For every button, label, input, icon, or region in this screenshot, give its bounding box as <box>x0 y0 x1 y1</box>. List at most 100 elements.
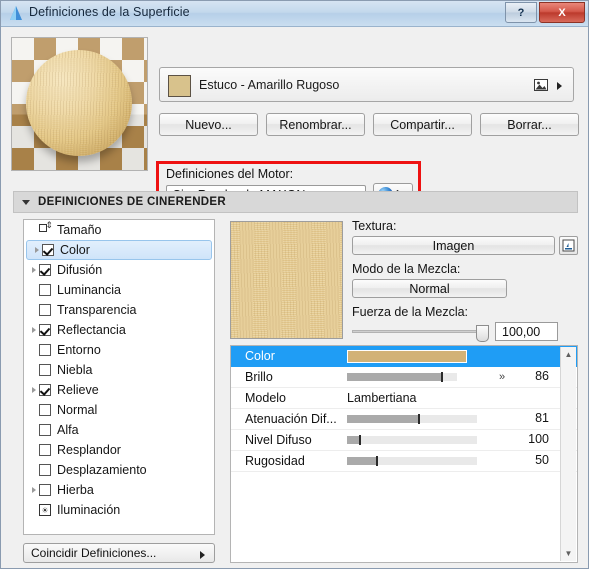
channel-checkbox[interactable] <box>39 284 51 296</box>
slider-handle[interactable] <box>417 414 420 424</box>
channel-list[interactable]: Tamaño Color Difusión Luminancia Transparenc… <box>23 219 215 535</box>
channel-item-desplazamiento[interactable]: Desplazamiento <box>24 460 214 480</box>
material-name-bar[interactable]: Estuco - Amarillo Rugoso <box>159 67 574 102</box>
table-rows: Color Brillo » 86 Modelo Lambertiana Atenuació… <box>231 346 577 472</box>
channel-checkbox[interactable] <box>39 384 51 396</box>
table-row[interactable]: Rugosidad 50 <box>231 451 577 472</box>
channel-item-alfa[interactable]: Alfa <box>24 420 214 440</box>
channel-item-color[interactable]: Color <box>26 240 212 260</box>
channel-label: Desplazamiento <box>57 463 147 477</box>
param-slider[interactable] <box>347 435 477 445</box>
surface-settings-window: Definiciones de la Superficie ? X Estuco… <box>0 0 589 569</box>
collapse-triangle-icon[interactable] <box>22 199 30 205</box>
param-slider[interactable] <box>347 372 457 382</box>
sphere-texture <box>26 50 132 156</box>
window-title: Definiciones de la Superficie <box>29 5 190 19</box>
channel-checkbox[interactable] <box>39 344 51 356</box>
param-value[interactable]: 81 <box>513 411 549 425</box>
blend-mode-button[interactable]: Normal <box>352 279 507 298</box>
table-scrollbar[interactable]: ▲ ▼ <box>560 347 576 561</box>
channel-item-iluminaci-n[interactable]: ☀ Iluminación <box>24 500 214 520</box>
channel-checkbox[interactable] <box>39 484 51 496</box>
channel-item-transparencia[interactable]: Transparencia <box>24 300 214 320</box>
match-settings-button[interactable]: Coincidir Definiciones... <box>23 543 215 563</box>
param-value[interactable]: 86 <box>513 369 549 383</box>
help-button[interactable]: ? <box>505 2 537 23</box>
channel-item-normal[interactable]: Normal <box>24 400 214 420</box>
rename-button[interactable]: Renombrar... <box>266 113 365 136</box>
channel-label: Resplandor <box>57 443 121 457</box>
title-bar: Definiciones de la Superficie ? X <box>1 1 588 27</box>
channel-item-reflectancia[interactable]: Reflectancia <box>24 320 214 340</box>
parameter-table[interactable]: Color Brillo » 86 Modelo Lambertiana Atenuació… <box>230 345 578 563</box>
texture-button[interactable]: Imagen <box>352 236 555 255</box>
channel-item-entorno[interactable]: Entorno <box>24 340 214 360</box>
channel-checkbox[interactable] <box>42 244 54 256</box>
table-row[interactable]: Atenuación Dif... 81 <box>231 409 577 430</box>
size-icon <box>39 220 53 236</box>
param-name: Nivel Difuso <box>245 433 312 447</box>
channel-label: Normal <box>57 403 98 417</box>
channel-item-hierba[interactable]: Hierba <box>24 480 214 500</box>
texture-settings-panel: Textura: Imagen Modo de la Mezcla: Norma… <box>352 219 578 342</box>
param-text-value[interactable]: Lambertiana <box>347 391 417 405</box>
picture-icon[interactable] <box>533 77 549 93</box>
expand-triangle-icon[interactable] <box>31 247 42 253</box>
share-button[interactable]: Compartir... <box>373 113 472 136</box>
chevron-right-icon[interactable] <box>557 82 562 90</box>
scroll-up-icon[interactable]: ▲ <box>561 347 576 362</box>
expand-triangle-icon[interactable] <box>28 387 39 393</box>
table-row[interactable]: Modelo Lambertiana <box>231 388 577 409</box>
cinerender-section-header[interactable]: DEFINICIONES DE CINERENDER <box>13 191 578 213</box>
channel-label: Color <box>60 243 90 257</box>
channel-item-tama-o[interactable]: Tamaño <box>24 220 214 240</box>
load-image-icon[interactable] <box>559 236 578 255</box>
channel-item-niebla[interactable]: Niebla <box>24 360 214 380</box>
double-chevron-icon[interactable]: » <box>499 371 505 383</box>
channel-item-difusi-n[interactable]: Difusión <box>24 260 214 280</box>
channel-checkbox[interactable] <box>39 304 51 316</box>
param-value[interactable]: 100 <box>513 432 549 446</box>
channel-checkbox[interactable] <box>39 324 51 336</box>
texture-row: Imagen <box>352 236 578 255</box>
param-name: Rugosidad <box>245 454 305 468</box>
table-row[interactable]: Nivel Difuso 100 <box>231 430 577 451</box>
channel-label: Iluminación <box>57 503 121 517</box>
table-row[interactable]: Brillo » 86 <box>231 367 577 388</box>
channel-checkbox[interactable] <box>39 424 51 436</box>
channel-checkbox[interactable] <box>39 404 51 416</box>
param-slider[interactable] <box>347 456 477 466</box>
color-swatch[interactable] <box>347 349 467 363</box>
channel-item-resplandor[interactable]: Resplandor <box>24 440 214 460</box>
scroll-down-icon[interactable]: ▼ <box>561 546 576 561</box>
expand-triangle-icon[interactable] <box>28 487 39 493</box>
channel-label: Relieve <box>57 383 99 397</box>
app-icon <box>8 5 24 21</box>
channel-checkbox[interactable] <box>39 364 51 376</box>
expand-triangle-icon[interactable] <box>28 327 39 333</box>
delete-button[interactable]: Borrar... <box>480 113 579 136</box>
slider-handle[interactable] <box>440 372 443 382</box>
param-slider[interactable] <box>347 414 477 424</box>
new-button[interactable]: Nuevo... <box>159 113 258 136</box>
slider-handle[interactable] <box>375 456 378 466</box>
channel-label: Transparencia <box>57 303 137 317</box>
channel-checkbox[interactable] <box>39 264 51 276</box>
table-row[interactable]: Color <box>231 346 577 367</box>
blend-strength-slider[interactable] <box>352 324 489 342</box>
channel-checkbox[interactable] <box>39 464 51 476</box>
preview-sphere <box>26 50 132 156</box>
channel-item-relieve[interactable]: Relieve <box>24 380 214 400</box>
param-value[interactable]: 50 <box>513 453 549 467</box>
slider-fill <box>347 415 419 423</box>
blend-strength-field[interactable]: 100,00 <box>495 322 558 341</box>
expand-triangle-icon[interactable] <box>28 267 39 273</box>
upper-region: Estuco - Amarillo Rugoso Nuevo... Renomb… <box>1 27 588 206</box>
slider-knob[interactable] <box>476 324 489 342</box>
slider-handle[interactable] <box>359 435 361 445</box>
close-button[interactable]: X <box>539 2 585 23</box>
texture-preview <box>230 221 343 339</box>
channel-checkbox[interactable] <box>39 444 51 456</box>
channel-label: Entorno <box>57 343 101 357</box>
channel-item-luminancia[interactable]: Luminancia <box>24 280 214 300</box>
